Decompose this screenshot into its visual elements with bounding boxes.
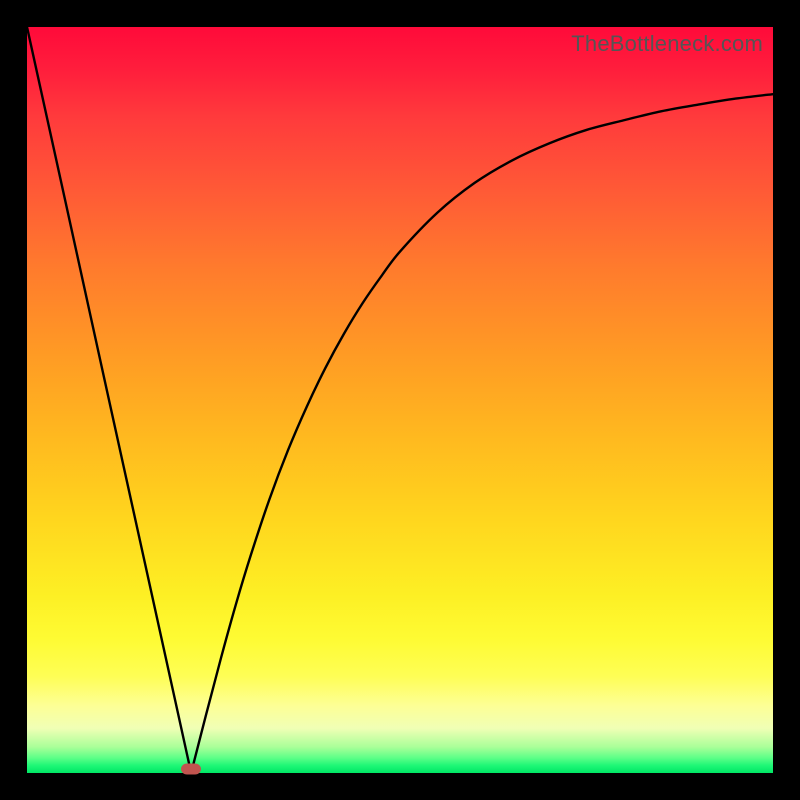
plot-area: TheBottleneck.com <box>27 27 773 773</box>
bottleneck-curve-path <box>27 27 773 773</box>
curve-svg <box>27 27 773 773</box>
minimum-marker <box>181 764 201 775</box>
chart-container: TheBottleneck.com <box>0 0 800 800</box>
